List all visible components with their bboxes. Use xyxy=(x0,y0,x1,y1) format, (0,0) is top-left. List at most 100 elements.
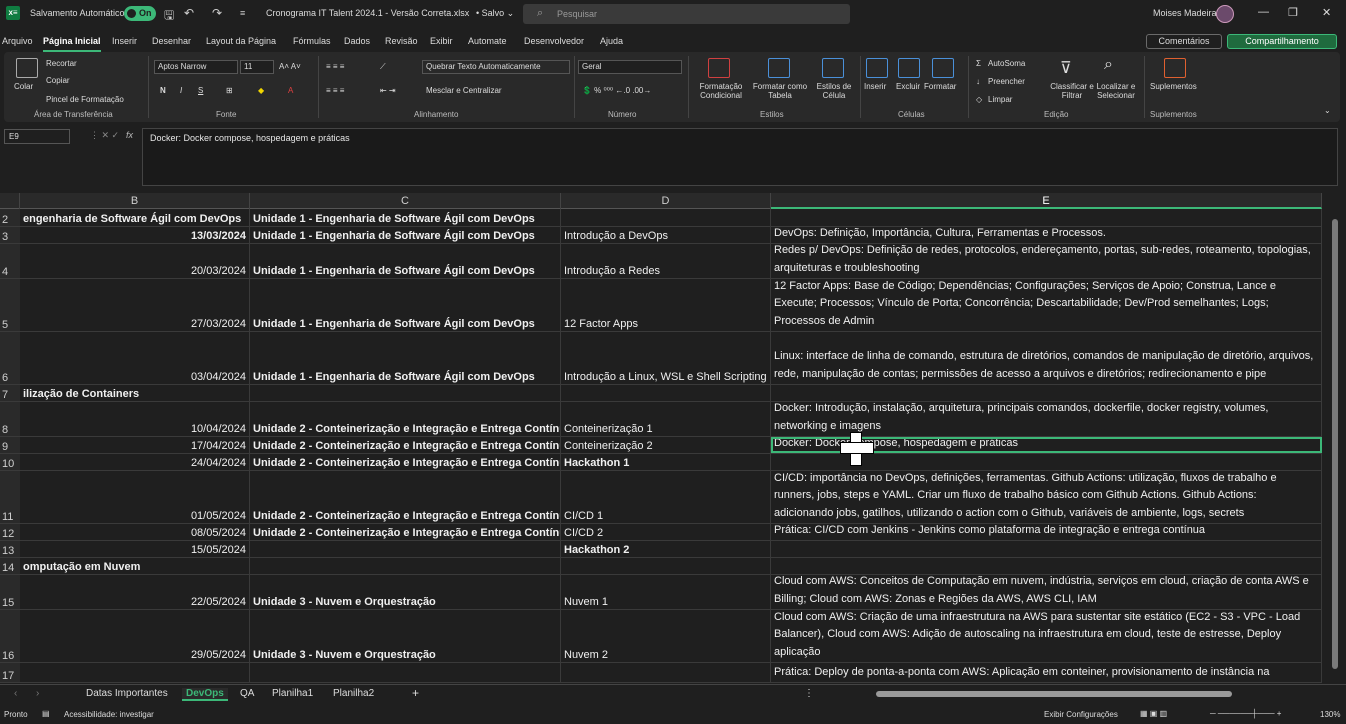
conditional-format-icon[interactable] xyxy=(708,58,730,78)
cell-d[interactable] xyxy=(561,663,771,682)
cell-styles-icon[interactable] xyxy=(822,58,844,78)
cell-e[interactable]: Cloud com AWS: Criação de uma infraestru… xyxy=(771,610,1322,662)
cell-c[interactable]: Unidade 1 - Engenharia de Software Ágil … xyxy=(250,332,561,384)
cell-e[interactable] xyxy=(771,541,1322,557)
undo-icon[interactable]: ↶ xyxy=(184,6,194,20)
cell-e[interactable]: 12 Factor Apps: Base de Código; Dependên… xyxy=(771,279,1322,331)
cell-e[interactable]: Cloud com AWS: Conceitos de Computação e… xyxy=(771,575,1322,609)
row-header[interactable]: 13 xyxy=(0,541,20,557)
format-cells-icon[interactable] xyxy=(932,58,954,78)
row-header[interactable]: 17 xyxy=(0,663,20,682)
cell-c[interactable]: Unidade 1 - Engenharia de Software Ágil … xyxy=(250,244,561,278)
cell-c[interactable]: Unidade 1 - Engenharia de Software Ágil … xyxy=(250,279,561,331)
zoom-level[interactable]: 130% xyxy=(1320,710,1340,719)
bold-button[interactable]: N xyxy=(160,86,166,95)
menu-exibir[interactable]: Exibir xyxy=(430,36,453,46)
cell-e[interactable]: Redes p/ DevOps: Definição de redes, pro… xyxy=(771,244,1322,278)
grow-font-icon[interactable]: A˄ A˅ xyxy=(279,62,301,71)
save-icon[interactable]: 🖫 xyxy=(164,6,174,27)
indent-icon[interactable]: ⇤ ⇥ xyxy=(380,86,396,95)
tab-prev-icon[interactable]: ‹ xyxy=(14,688,17,699)
cell-d[interactable]: Conteinerização 2 xyxy=(561,437,771,453)
comments-button[interactable]: Comentários xyxy=(1146,34,1222,49)
customize-qat-icon[interactable]: ≡ xyxy=(240,8,245,18)
accessibility-status[interactable]: Acessibilidade: investigar xyxy=(64,710,154,719)
menu-automate[interactable]: Automate xyxy=(468,36,507,46)
fill-button[interactable]: Preencher xyxy=(988,77,1025,86)
conditional-format-button[interactable]: Formatação Condicional xyxy=(694,82,748,100)
borders-icon[interactable]: ⊞ xyxy=(226,86,233,95)
collapse-ribbon-icon[interactable]: ⌄ xyxy=(1324,106,1331,115)
col-header-d[interactable]: D xyxy=(561,193,771,209)
cell-e[interactable] xyxy=(771,209,1322,226)
cell-d[interactable] xyxy=(561,209,771,226)
row-header[interactable]: 3 xyxy=(0,227,20,243)
cell-c[interactable] xyxy=(250,385,561,401)
cell-e[interactable]: Docker: Introdução, instalação, arquitet… xyxy=(771,402,1322,436)
formula-input[interactable]: Docker: Docker compose, hospedagem e prá… xyxy=(142,128,1338,186)
vertical-scrollbar[interactable] xyxy=(1328,209,1342,684)
cell-c[interactable]: Unidade 3 - Nuvem e Orquestração xyxy=(250,575,561,609)
menu-inserir[interactable]: Inserir xyxy=(112,36,137,46)
menu-formulas[interactable]: Fórmulas xyxy=(293,36,331,46)
row-header[interactable]: 11 xyxy=(0,471,20,523)
italic-button[interactable]: I xyxy=(180,86,182,95)
display-settings[interactable]: Exibir Configurações xyxy=(1044,710,1118,719)
menu-desenhar[interactable]: Desenhar xyxy=(152,36,191,46)
cell-e[interactable] xyxy=(771,385,1322,401)
search-box[interactable]: ⌕ Pesquisar xyxy=(523,4,850,24)
tab-datas-importantes[interactable]: Datas Importantes xyxy=(86,688,168,699)
cell-d[interactable]: Nuvem 2 xyxy=(561,610,771,662)
row-header[interactable]: 8 xyxy=(0,402,20,436)
horizontal-scrollbar[interactable] xyxy=(820,691,1326,697)
cell-b[interactable]: 24/04/2024 xyxy=(20,454,250,470)
row-header[interactable]: 6 xyxy=(0,332,20,384)
cell-e[interactable]: Prática: Deploy de ponta-a-ponta com AWS… xyxy=(771,663,1322,682)
menu-layout[interactable]: Layout da Página xyxy=(206,36,276,46)
cell-b[interactable]: 22/05/2024 xyxy=(20,575,250,609)
cell-c[interactable]: Unidade 3 - Nuvem e Orquestração xyxy=(250,610,561,662)
saved-status[interactable]: • Salvo ⌄ xyxy=(476,8,514,19)
find-select-button[interactable]: Localizar e Selecionar xyxy=(1092,82,1140,100)
autosum-icon[interactable]: Σ xyxy=(976,59,981,68)
cell-d[interactable]: CI/CD 1 xyxy=(561,471,771,523)
cell-b[interactable]: 27/03/2024 xyxy=(20,279,250,331)
wrap-text-button[interactable]: Quebrar Texto Automaticamente xyxy=(422,60,570,74)
zoom-slider[interactable]: ─ ──────┼─── + xyxy=(1210,709,1281,718)
macro-icon[interactable]: ▤ xyxy=(42,709,50,718)
copy-button[interactable]: Copiar xyxy=(46,76,70,85)
fill-color-icon[interactable]: ◆ xyxy=(258,86,264,95)
cell-c[interactable] xyxy=(250,663,561,682)
menu-arquivo[interactable]: Arquivo xyxy=(2,36,33,46)
add-sheet-icon[interactable]: + xyxy=(412,686,419,700)
align-top-icon[interactable]: ≡ ≡ ≡ xyxy=(326,62,344,71)
merge-center-button[interactable]: Mesclar e Centralizar xyxy=(426,86,502,95)
cell-b[interactable]: 15/05/2024 xyxy=(20,541,250,557)
cell-c[interactable]: Unidade 2 - Conteinerização e Integração… xyxy=(250,454,561,470)
row-header[interactable]: 4 xyxy=(0,244,20,278)
format-painter-button[interactable]: Pincel de Formatação xyxy=(46,95,124,104)
menu-desenvolvedor[interactable]: Desenvolvedor xyxy=(524,36,584,46)
cell-b[interactable]: 13/03/2024 xyxy=(20,227,250,243)
cell-b[interactable] xyxy=(20,663,250,682)
row-header[interactable]: 12 xyxy=(0,524,20,540)
menu-dados[interactable]: Dados xyxy=(344,36,370,46)
share-button[interactable]: Compartilhamento xyxy=(1227,34,1337,49)
row-header[interactable]: 2 xyxy=(0,209,20,226)
cell-d[interactable]: Introdução a Redes xyxy=(561,244,771,278)
cell-b[interactable]: 03/04/2024 xyxy=(20,332,250,384)
select-all-corner[interactable] xyxy=(0,193,20,209)
cell-b[interactable]: ilização de Containers xyxy=(20,385,250,401)
fill-icon[interactable]: ↓ xyxy=(976,77,980,86)
font-size-select[interactable]: 11 xyxy=(240,60,274,74)
delete-cells-button[interactable]: Excluir xyxy=(896,82,920,91)
underline-button[interactable]: S xyxy=(198,86,203,95)
sort-filter-button[interactable]: Classificar e Filtrar xyxy=(1050,82,1094,100)
cell-c[interactable]: Unidade 2 - Conteinerização e Integração… xyxy=(250,437,561,453)
cell-e[interactable]: Linux: interface de linha de comando, es… xyxy=(771,332,1322,384)
paste-icon[interactable] xyxy=(16,58,38,78)
cell-b[interactable]: 01/05/2024 xyxy=(20,471,250,523)
col-header-c[interactable]: C xyxy=(250,193,561,209)
cell-b[interactable]: 20/03/2024 xyxy=(20,244,250,278)
autosave-toggle[interactable]: On xyxy=(124,6,156,21)
